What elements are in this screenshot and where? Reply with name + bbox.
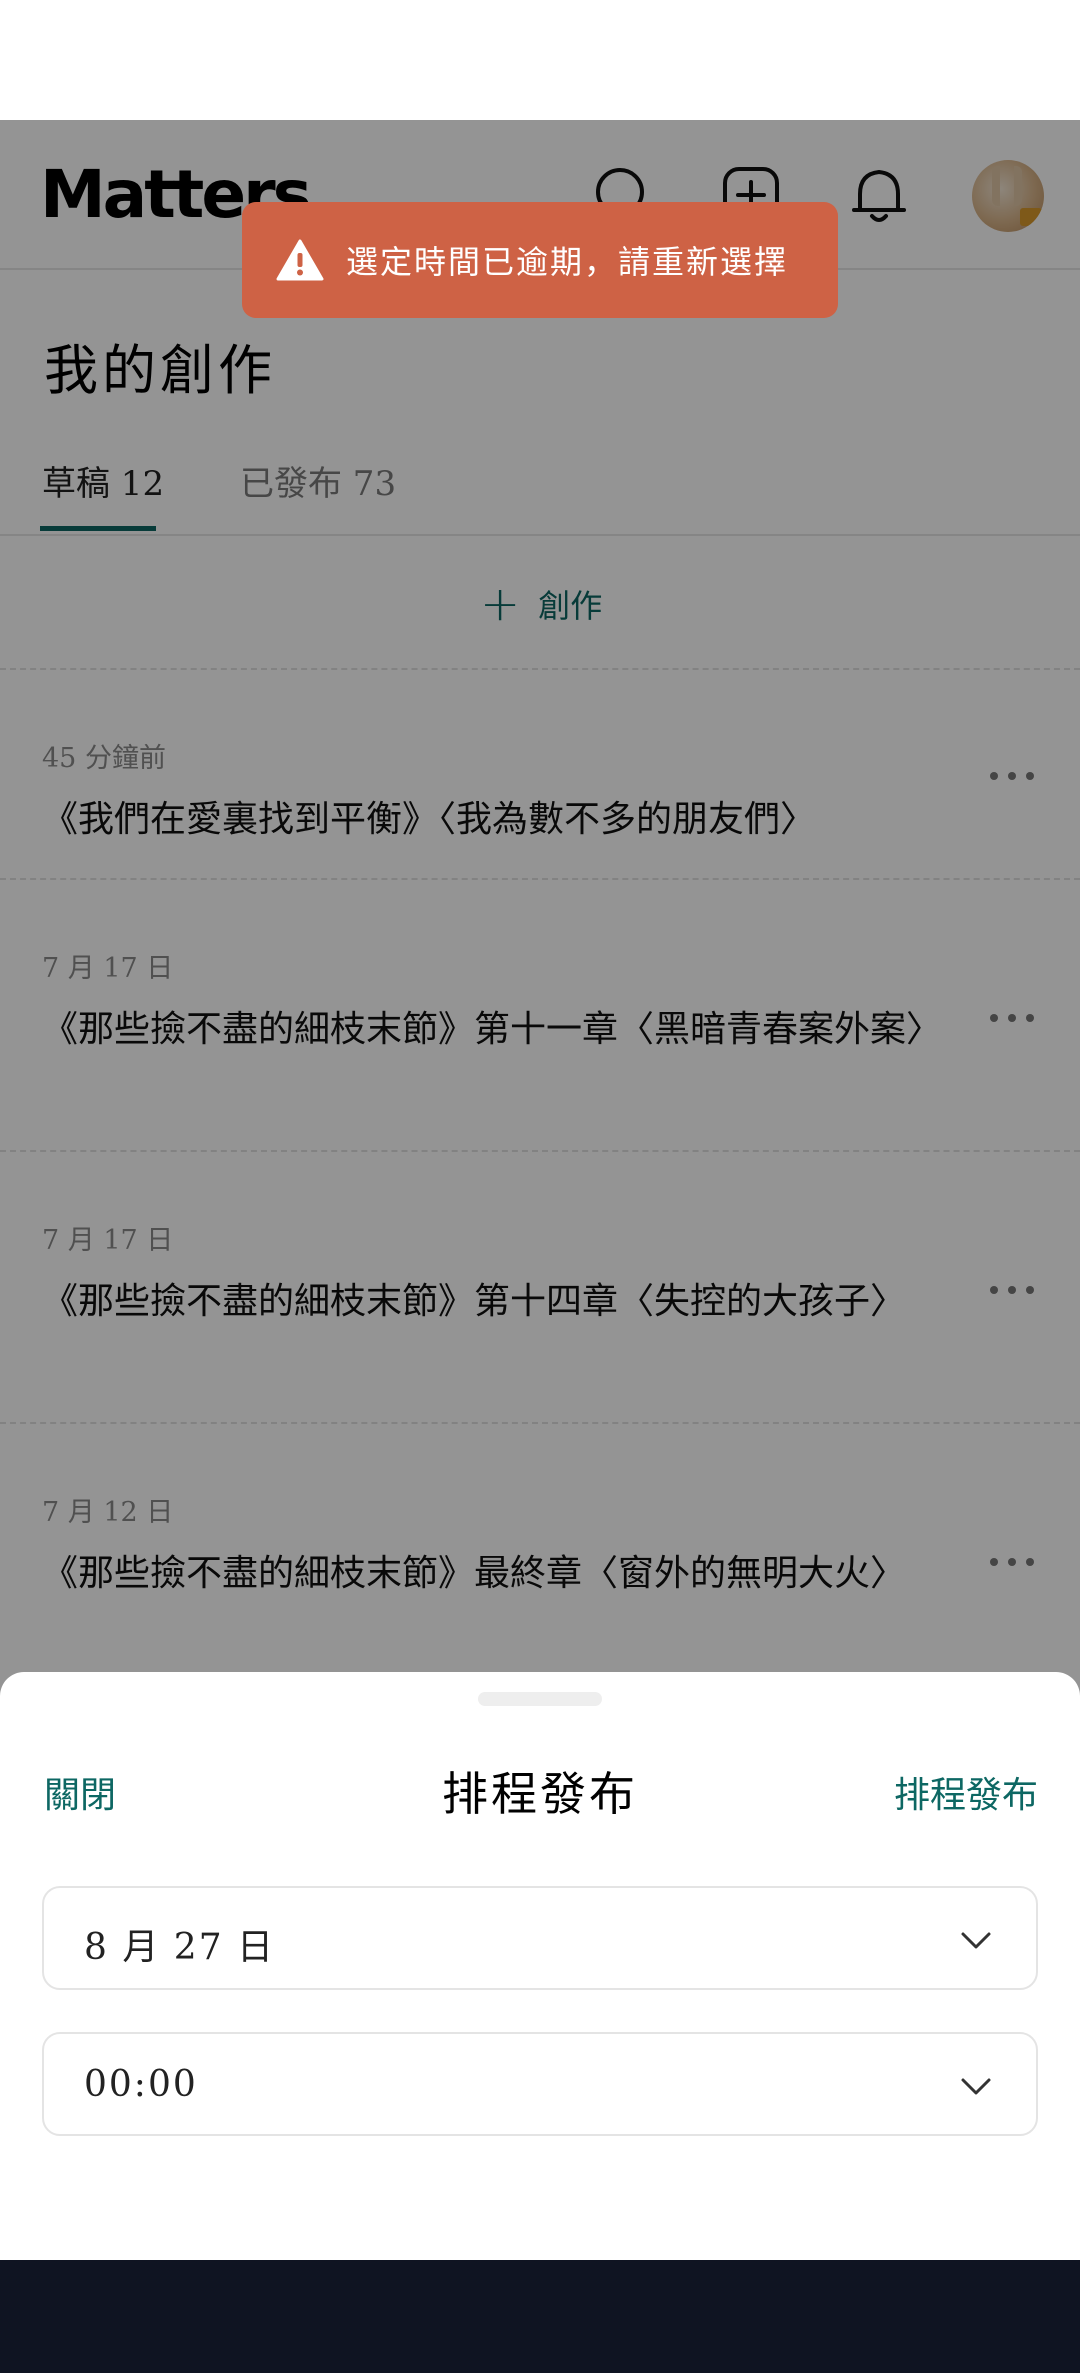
schedule-publish-button[interactable]: 排程發布 (894, 1766, 1038, 1818)
chevron-down-icon (961, 1932, 991, 1949)
toast-message: 選定時間已逾期，請重新選擇 (346, 243, 789, 281)
error-toast: 選定時間已逾期，請重新選擇 (242, 202, 838, 318)
time-value: 00:00 (84, 2064, 198, 2105)
sheet-drag-handle[interactable] (478, 1692, 602, 1706)
time-select[interactable]: 00:00 (42, 2032, 1038, 2136)
date-select[interactable]: 8 月 27 日 (42, 1886, 1038, 1990)
warning-icon (276, 239, 324, 281)
status-bar (0, 0, 1080, 120)
chevron-down-icon (961, 2078, 991, 2095)
system-navigation-bar (0, 2260, 1080, 2373)
date-value: 8 月 27 日 (84, 1927, 276, 1968)
schedule-publish-sheet: 關閉 排程發布 排程發布 8 月 27 日 00:00 (0, 1672, 1080, 2260)
